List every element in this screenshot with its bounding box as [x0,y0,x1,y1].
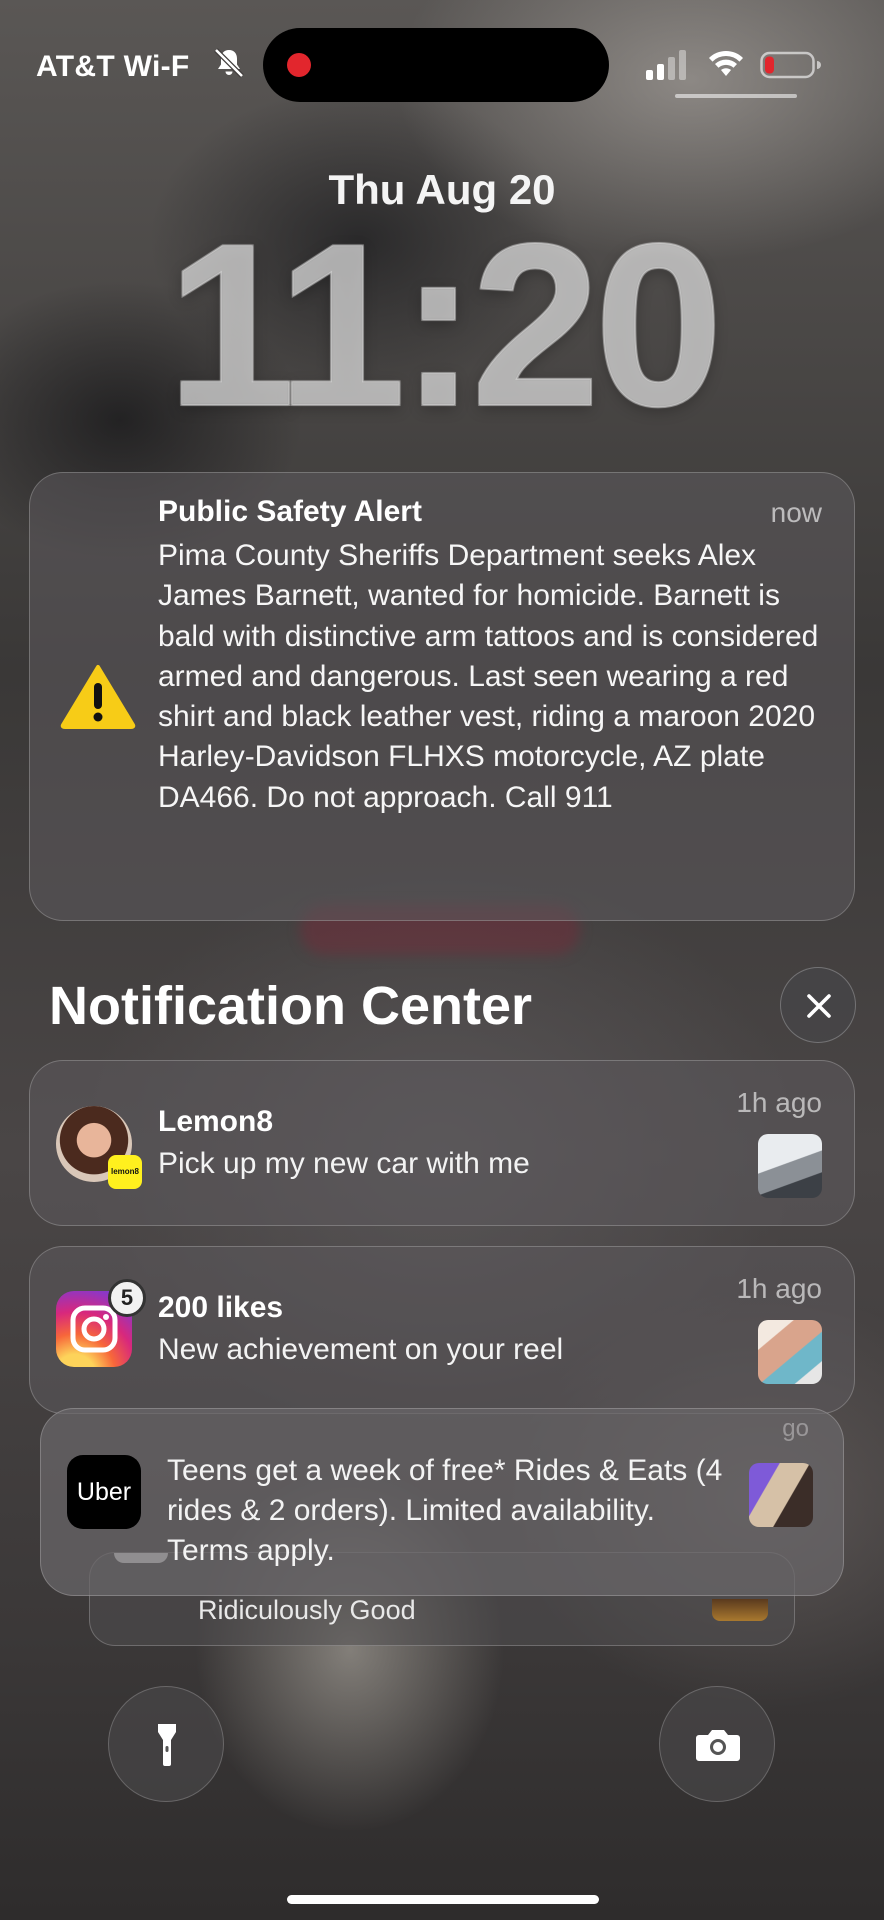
uber-time-partial: go [782,1415,809,1442]
notification-lemon8[interactable]: lemon8 Lemon8 Pick up my new car with me… [29,1060,855,1226]
stacked-body: Ridiculously Good [198,1595,416,1625]
warning-icon [60,665,136,729]
stacked-thumbnail-edge [712,1599,768,1621]
lemon8-thumbnail [758,1134,822,1198]
cellular-signal-icon [646,50,686,80]
bell-slash-icon [214,48,244,78]
uber-thumbnail [749,1463,813,1527]
flashlight-icon [158,1724,176,1766]
camera-icon [696,1730,740,1761]
lemon8-app-badge: lemon8 [108,1155,142,1189]
notification-center-title: Notification Center [49,976,533,1036]
close-icon [807,994,831,1018]
camera-button[interactable] [659,1686,775,1802]
instagram-badge-count: 5 [120,1285,134,1310]
carrier-label: AT&T Wi-F [36,50,190,83]
public-safety-alert-card[interactable]: Public Safety Alert now Pima County Sher… [29,472,855,921]
instagram-thumbnail [758,1320,822,1384]
lemon8-badge-label: lemon8 [110,1167,139,1176]
instagram-time: 1h ago [736,1273,822,1304]
recording-dot [287,53,311,77]
lemon8-body: Pick up my new car with me [158,1147,530,1180]
status-bar: AT&T Wi-F [0,0,884,130]
uber-body: Teens get a week of free* Rides & Eats (… [167,1454,723,1567]
instagram-body: New achievement on your reel [158,1333,564,1366]
dynamic-island [263,28,609,102]
flashlight-button[interactable] [108,1686,224,1802]
lock-time: 11:20 [166,196,725,455]
lemon8-title: Lemon8 [158,1105,274,1138]
wifi-icon [709,50,743,76]
battery-low-icon [760,51,821,79]
clear-notifications-button[interactable] [780,967,856,1043]
alert-body: Pima County Sheriffs Department seeks Al… [158,539,819,814]
alert-title: Public Safety Alert [158,495,422,528]
notification-instagram[interactable]: 5 200 likes New achievement on your reel… [29,1246,855,1414]
status-underline [675,94,797,98]
notification-uber[interactable]: Uber go Teens get a week of free* Rides … [40,1408,844,1596]
lemon8-time: 1h ago [736,1087,822,1118]
home-indicator[interactable] [287,1895,599,1904]
instagram-badge: 5 [108,1279,146,1317]
instagram-title: 200 likes [158,1291,284,1324]
uber-icon-label: Uber [76,1478,132,1506]
alert-time: now [770,497,822,528]
uber-icon: Uber [67,1455,141,1529]
